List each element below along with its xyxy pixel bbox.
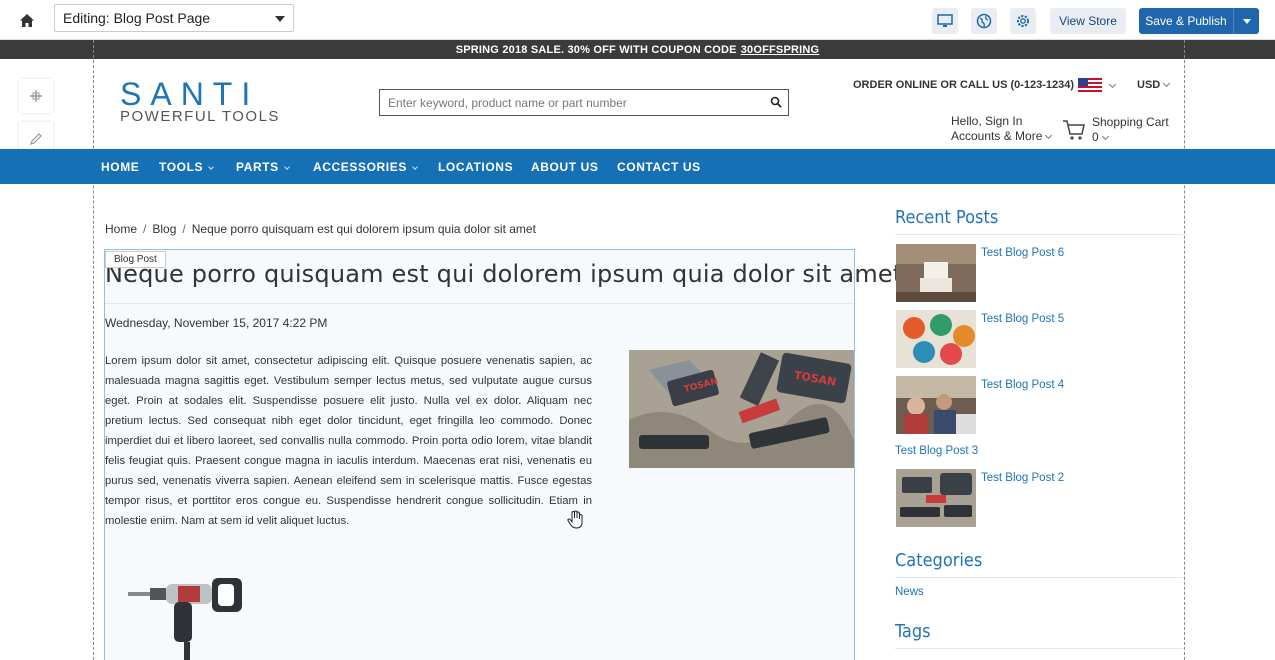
chevron-down-icon	[275, 16, 285, 22]
promo-banner: SPRING 2018 SALE. 30% OFF WITH COUPON CO…	[0, 40, 1275, 59]
chevron-down-icon	[1101, 132, 1109, 141]
account-greeting: Hello, Sign In	[951, 114, 1023, 128]
promo-text: SPRING 2018 SALE. 30% OFF WITH COUPON CO…	[455, 43, 737, 56]
nav-item-accessories[interactable]: ACCESSORIES	[313, 160, 418, 174]
plus-icon	[30, 90, 42, 102]
gear-icon	[1017, 15, 1029, 27]
page-frame-left	[93, 40, 94, 660]
main-nav: HOME TOOLS PARTS ACCESSORIES LOCATIONS A…	[0, 149, 1275, 184]
drill-image	[126, 572, 252, 660]
title-divider	[105, 303, 854, 304]
post-thumbnail[interactable]	[896, 310, 976, 368]
recent-post-link[interactable]: Test Blog Post 3	[895, 445, 978, 457]
breadcrumb-blog[interactable]: Blog	[152, 222, 176, 236]
post-body: Lorem ipsum dolor sit amet, consectetur …	[105, 355, 592, 527]
recent-post-link[interactable]: Test Blog Post 6	[981, 247, 1064, 259]
chevron-down-icon	[208, 164, 214, 170]
order-phone-text: ORDER ONLINE OR CALL US (0-123-1234)	[853, 79, 1075, 91]
breadcrumb-home[interactable]: Home	[105, 222, 137, 236]
recent-post-link[interactable]: Test Blog Post 5	[981, 313, 1064, 325]
save-publish-label[interactable]: Save & Publish	[1139, 8, 1233, 34]
post-thumbnail[interactable]	[896, 469, 976, 527]
breadcrumb: Home / Blog / Neque porro quisquam est qui d…	[105, 222, 536, 236]
chevron-down-icon	[1045, 131, 1053, 140]
pencil-icon	[30, 133, 42, 145]
logo-subtitle: POWERFUL TOOLS	[120, 108, 280, 125]
post-thumbnail[interactable]	[896, 244, 976, 302]
publish-options-button[interactable]	[1233, 8, 1259, 34]
editor-toolbar: Editing: Blog Post Page View Store Save …	[0, 0, 1275, 40]
search-icon[interactable]	[770, 96, 782, 108]
category-link-news[interactable]: News	[895, 586, 924, 598]
nav-item-home[interactable]: HOME	[101, 160, 139, 174]
account-menu[interactable]: Hello, Sign In Accounts & More	[951, 114, 1053, 144]
desktop-preview-button[interactable]	[932, 8, 958, 34]
categories-heading: Categories	[895, 550, 983, 571]
chevron-down-icon	[1163, 79, 1171, 88]
page-select[interactable]: Editing: Blog Post Page	[54, 4, 294, 32]
recent-post-link[interactable]: Test Blog Post 2	[981, 472, 1064, 484]
chevron-down-icon	[1108, 80, 1117, 89]
nav-item-locations[interactable]: LOCATIONS	[438, 160, 513, 174]
search-input[interactable]: Enter keyword, product name or part numb…	[379, 89, 789, 116]
cart-count: 0	[1092, 130, 1099, 144]
save-publish-button[interactable]: Save & Publish	[1139, 8, 1259, 34]
nav-item-contact-us[interactable]: CONTACT US	[617, 160, 701, 174]
monitor-icon	[937, 14, 953, 27]
nav-item-tools[interactable]: TOOLS	[159, 160, 214, 174]
post-title: Neque porro quisquam est qui dolorem ips…	[105, 260, 903, 288]
globe-icon	[976, 13, 992, 29]
nav-item-parts[interactable]: PARTS	[236, 160, 290, 174]
language-button[interactable]	[971, 8, 997, 34]
chevron-down-icon	[412, 164, 418, 170]
add-widget-button[interactable]	[19, 79, 53, 113]
cart-icon[interactable]	[1062, 119, 1086, 141]
home-icon[interactable]	[16, 9, 38, 31]
promo-code[interactable]: 30OFFSPRING	[741, 44, 820, 56]
post-thumbnail[interactable]	[896, 376, 976, 434]
logo-main[interactable]: SANTI	[120, 78, 259, 110]
account-more: Accounts & More	[951, 129, 1043, 143]
sidebar-divider	[895, 577, 1183, 578]
sidebar-divider	[895, 648, 1183, 649]
page-select-value: Editing: Blog Post Page	[63, 10, 211, 26]
nav-item-about-us[interactable]: ABOUT US	[531, 160, 598, 174]
settings-button[interactable]	[1010, 8, 1036, 34]
sidebar-divider	[895, 234, 1183, 235]
chevron-down-icon	[283, 164, 290, 170]
currency-value: USD	[1137, 79, 1161, 91]
breadcrumb-current: Neque porro quisquam est qui dolorem ips…	[191, 222, 536, 236]
recent-post-link[interactable]: Test Blog Post 4	[981, 379, 1064, 391]
search-placeholder: Enter keyword, product name or part numb…	[388, 96, 627, 110]
page-frame-right	[1184, 40, 1185, 660]
us-flag-icon[interactable]	[1078, 78, 1102, 92]
region-tag: Blog Post	[105, 251, 166, 268]
chevron-down-icon	[1242, 18, 1251, 24]
recent-posts-heading: Recent Posts	[895, 207, 999, 228]
tags-heading: Tags	[895, 621, 931, 642]
post-image: TOSAN TOSAN	[629, 350, 854, 468]
hand-cursor-icon	[567, 510, 583, 529]
currency-select[interactable]: USD	[1137, 79, 1171, 91]
shopping-cart[interactable]: Shopping Cart 0	[1092, 115, 1169, 145]
post-date: Wednesday, November 15, 2017 4:22 PM	[105, 316, 328, 330]
view-store-button[interactable]: View Store	[1050, 8, 1126, 34]
cart-label: Shopping Cart	[1092, 115, 1169, 129]
